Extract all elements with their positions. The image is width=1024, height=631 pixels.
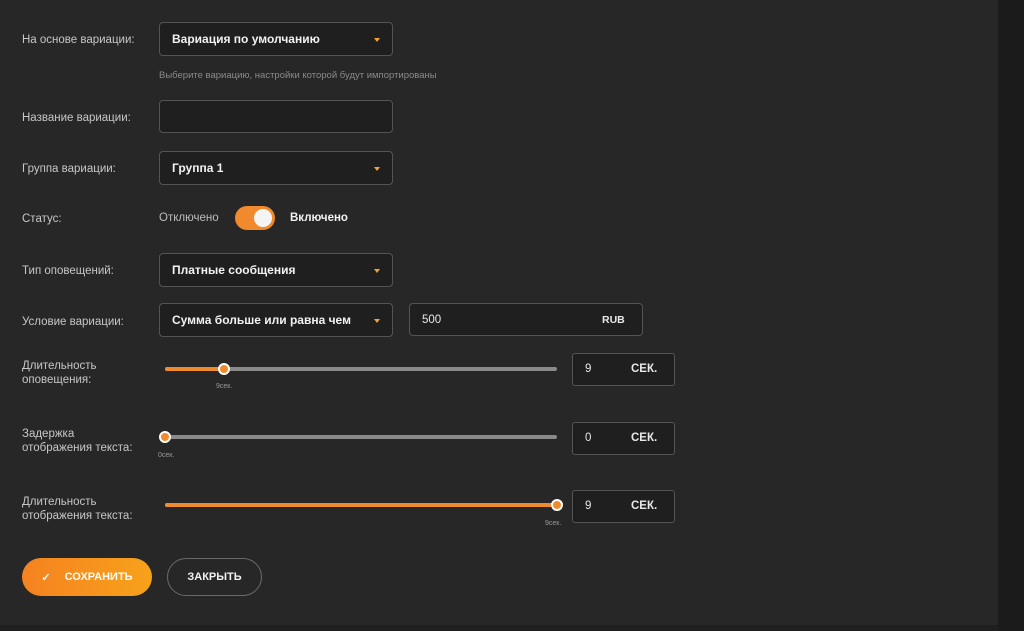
- alert-duration-label: Длительность оповещения:: [22, 359, 97, 387]
- base-variation-value: Вариация по умолчанию: [172, 32, 320, 46]
- close-button-label: ЗАКРЫТЬ: [187, 571, 242, 583]
- alert-duration-slider[interactable]: [165, 363, 557, 375]
- alert-duration-value: 9: [585, 363, 592, 375]
- text-delay-value: 0: [585, 432, 592, 444]
- status-label: Статус:: [22, 213, 62, 225]
- text-duration-label: Длительность отображения текста:: [22, 495, 133, 523]
- slider-fill: [165, 367, 224, 371]
- condition-label: Условие вариации:: [22, 316, 124, 328]
- condition-value: Сумма больше или равна чем: [172, 313, 351, 327]
- variation-group-value: Группа 1: [172, 161, 224, 175]
- text-delay-label-line2: отображения текста:: [22, 442, 133, 454]
- variation-settings-panel: На основе вариации: Вариация по умолчани…: [0, 0, 998, 625]
- chevron-down-icon: [374, 38, 380, 42]
- base-variation-select[interactable]: Вариация по умолчанию: [159, 22, 393, 56]
- condition-currency: RUB: [602, 314, 625, 326]
- alert-duration-label-line2: оповещения:: [22, 374, 92, 386]
- scrollbar-track[interactable]: [998, 0, 1024, 631]
- text-duration-slider[interactable]: [165, 499, 563, 511]
- slider-handle[interactable]: [159, 431, 171, 443]
- variation-group-label: Группа вариации:: [22, 163, 116, 175]
- alert-duration-field[interactable]: 9 СЕК.: [572, 353, 675, 386]
- status-on-label: Включено: [290, 212, 348, 224]
- slider-fill: [165, 503, 557, 507]
- close-button[interactable]: ЗАКРЫТЬ: [167, 558, 262, 596]
- alert-type-select[interactable]: Платные сообщения: [159, 253, 393, 287]
- text-delay-label-line1: Задержка: [22, 428, 75, 440]
- variation-name-input[interactable]: [159, 100, 393, 133]
- text-delay-label: Задержка отображения текста:: [22, 427, 133, 455]
- variation-group-select[interactable]: Группа 1: [159, 151, 393, 185]
- save-button[interactable]: ✓ СОХРАНИТЬ: [22, 558, 152, 596]
- text-delay-field[interactable]: 0 СЕК.: [572, 422, 675, 455]
- slider-handle[interactable]: [217, 363, 230, 375]
- alert-duration-label-line1: Длительность: [22, 360, 97, 372]
- text-duration-unit: СЕК.: [631, 500, 658, 512]
- base-variation-label: На основе вариации:: [22, 34, 135, 46]
- chevron-down-icon: [374, 269, 380, 273]
- condition-amount-value: 500: [422, 314, 442, 326]
- text-delay-unit: СЕК.: [631, 432, 658, 444]
- text-duration-tip: 9сек.: [545, 520, 562, 527]
- checkmark-icon: ✓: [41, 571, 51, 584]
- status-toggle[interactable]: [235, 206, 275, 230]
- base-variation-hint: Выберите вариацию, настройки которой буд…: [159, 70, 437, 81]
- save-button-label: СОХРАНИТЬ: [64, 571, 133, 583]
- text-duration-label-line2: отображения текста:: [22, 510, 133, 522]
- slider-handle[interactable]: [551, 499, 563, 511]
- text-duration-field[interactable]: 9 СЕК.: [572, 490, 675, 523]
- variation-name-label: Название вариации:: [22, 112, 131, 124]
- text-duration-value: 9: [585, 500, 592, 512]
- alert-type-value: Платные сообщения: [172, 263, 296, 277]
- condition-select[interactable]: Сумма больше или равна чем: [159, 303, 393, 337]
- alert-duration-tip: 9сек.: [216, 383, 233, 390]
- chevron-down-icon: [374, 167, 380, 171]
- alert-duration-unit: СЕК.: [631, 363, 658, 375]
- chevron-down-icon: [374, 319, 380, 323]
- status-off-label: Отключено: [159, 212, 219, 224]
- toggle-knob: [254, 209, 272, 227]
- text-duration-label-line1: Длительность: [22, 496, 97, 508]
- text-delay-slider[interactable]: [159, 431, 557, 443]
- alert-type-label: Тип оповещений:: [22, 265, 114, 277]
- bottom-edge: [0, 625, 998, 631]
- text-delay-tip: 0сек.: [158, 452, 175, 459]
- condition-amount-field[interactable]: 500 RUB: [409, 303, 643, 336]
